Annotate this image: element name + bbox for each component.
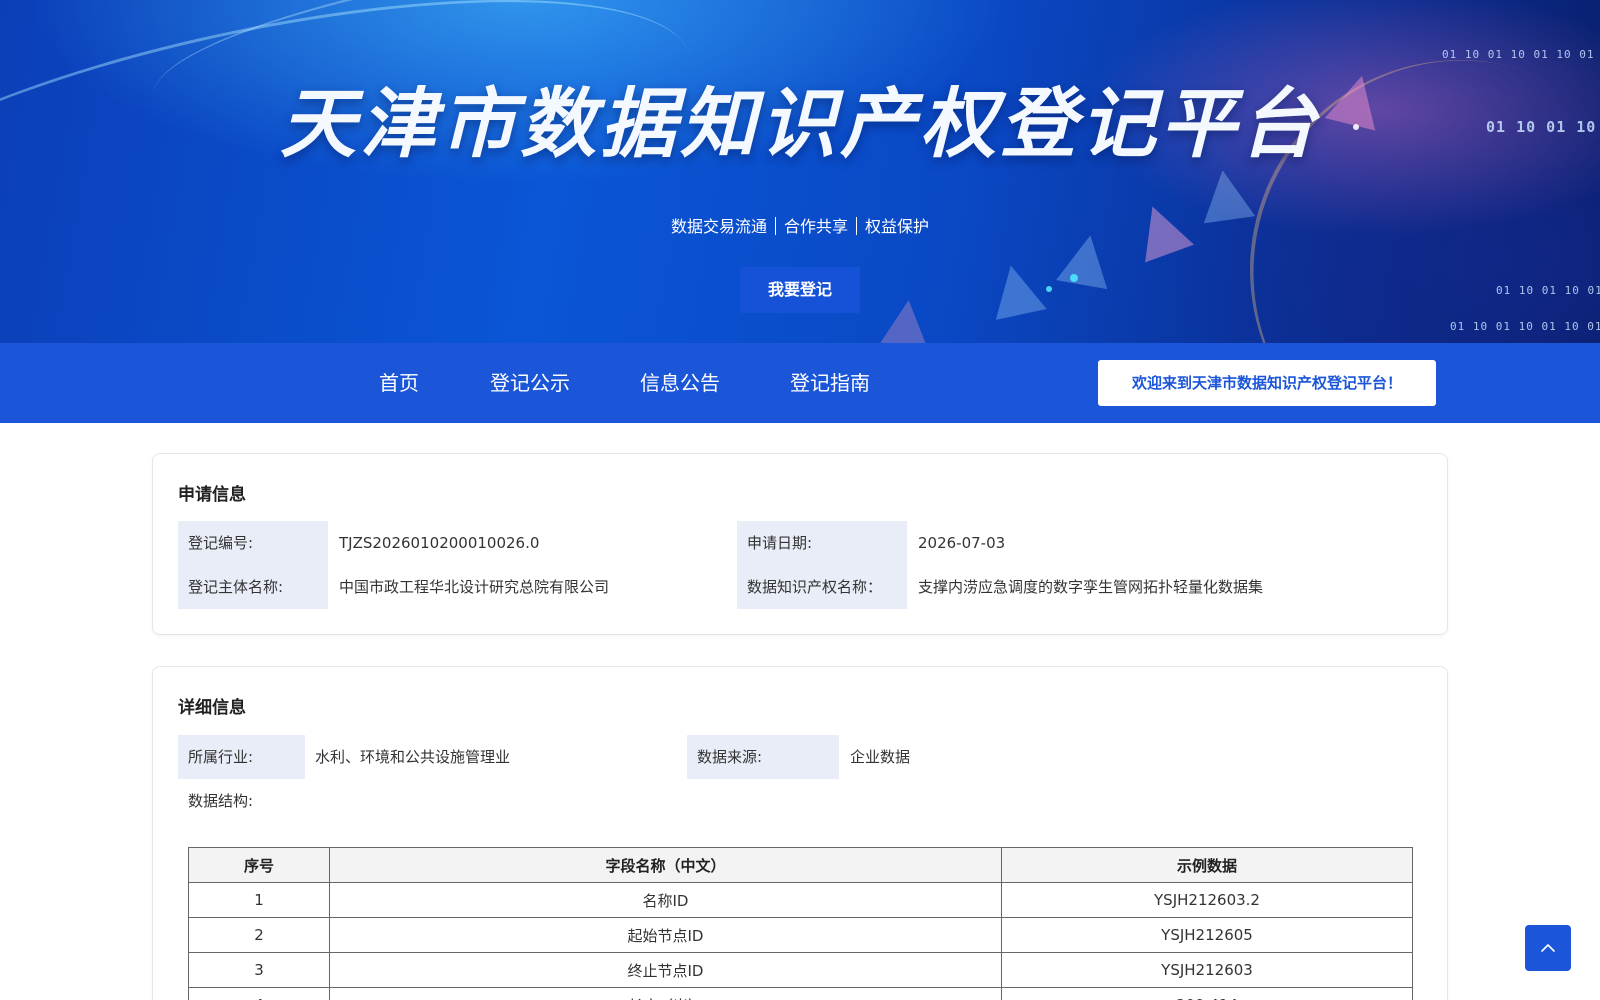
nav-item-guide[interactable]: 登记指南 <box>790 343 870 423</box>
slogan-part: 权益保护 <box>865 217 930 236</box>
ip-name-value: 支撑内涝应急调度的数字孪生管网拓扑轻量化数据集 <box>918 578 1264 596</box>
banner-title: 天津市数据知识产权登记平台 <box>280 79 1320 168</box>
table-header-row: 序号 字段名称（中文） 示例数据 <box>188 847 1413 883</box>
welcome-banner: 欢迎来到天津市数据知识产权登记平台！ <box>1098 360 1436 406</box>
decor-binary: 01 10 01 10 01 10 01 10 <box>1450 320 1600 333</box>
source-value: 企业数据 <box>850 748 911 766</box>
main-nav: 首页 登记公示 信息公告 登记指南 欢迎来到天津市数据知识产权登记平台！ <box>0 343 1600 423</box>
industry-label: 所属行业: <box>178 735 305 779</box>
slogan-part: 合作共享 <box>783 217 848 236</box>
slogan-divider <box>774 217 776 235</box>
decor-triangle <box>985 260 1047 320</box>
column-header-field-name: 字段名称（中文） <box>329 847 1002 883</box>
reg-no-label: 登记编号: <box>178 521 328 565</box>
cell-sample: 209.414 <box>1001 987 1413 1000</box>
nav-item-registration-notice[interactable]: 登记公示 <box>490 343 570 423</box>
nav-item-announcements[interactable]: 信息公告 <box>640 343 720 423</box>
section-title: 详细信息 <box>178 698 246 718</box>
table-row: 2 起始节点ID YSJH212605 <box>188 917 1413 953</box>
cell-sample: YSJH212603.2 <box>1001 882 1413 918</box>
cell-index: 3 <box>188 952 330 988</box>
cell-index: 4 <box>188 987 330 1000</box>
cell-field-name: 终止节点ID <box>329 952 1002 988</box>
data-structure-table: 序号 字段名称（中文） 示例数据 1 名称ID YSJH212603.2 2 起… <box>188 847 1413 1000</box>
decor-dot <box>1070 274 1078 282</box>
application-info-card: 申请信息 登记编号: TJZS2026010200010026.0 申请日期: … <box>152 453 1448 635</box>
register-button[interactable]: 我要登记 <box>740 267 860 313</box>
cell-field-name: 长度（米） <box>329 987 1002 1000</box>
decor-triangle <box>1056 230 1116 290</box>
banner-slogan: 数据交易流通 合作共享 权益保护 <box>0 213 1600 237</box>
apply-date-label: 申请日期: <box>737 521 907 565</box>
subject-label: 登记主体名称: <box>178 565 328 609</box>
decor-binary: 01 10 01 10 01 10 01 10 <box>1442 48 1600 61</box>
cell-field-name: 起始节点ID <box>329 917 1002 953</box>
structure-label: 数据结构: <box>188 792 254 810</box>
banner: 01 10 01 10 01 10 01 10 01 10 01 10 01 1… <box>0 0 1600 343</box>
nav-item-home[interactable]: 首页 <box>379 343 419 423</box>
chevron-up-icon <box>1541 944 1555 952</box>
section-title: 申请信息 <box>178 485 246 505</box>
cell-index: 1 <box>188 882 330 918</box>
column-header-index: 序号 <box>188 847 330 883</box>
cell-field-name: 名称ID <box>329 882 1002 918</box>
source-label: 数据来源: <box>687 735 839 779</box>
reg-no-value: TJZS2026010200010026.0 <box>339 534 540 552</box>
back-to-top-button[interactable] <box>1525 925 1571 971</box>
apply-date-value: 2026-07-03 <box>918 534 1006 552</box>
slogan-part: 数据交易流通 <box>670 217 767 236</box>
ip-name-label: 数据知识产权名称： <box>737 565 907 609</box>
table-row: 4 长度（米） 209.414 <box>188 987 1413 1000</box>
table-row: 1 名称ID YSJH212603.2 <box>188 882 1413 918</box>
cell-sample: YSJH212603 <box>1001 952 1413 988</box>
decor-binary: 01 10 01 10 01 10 01 10 <box>1496 284 1600 297</box>
industry-value: 水利、环境和公共设施管理业 <box>315 748 511 766</box>
decor-triangle <box>877 297 935 343</box>
cell-sample: YSJH212605 <box>1001 917 1413 953</box>
decor-dot <box>1046 286 1052 292</box>
slogan-divider <box>856 217 857 235</box>
subject-value: 中国市政工程华北设计研究总院有限公司 <box>339 578 610 596</box>
cell-index: 2 <box>188 917 330 953</box>
detail-info-card: 详细信息 所属行业: 水利、环境和公共设施管理业 数据来源: 企业数据 数据结构… <box>152 666 1448 1000</box>
table-row: 3 终止节点ID YSJH212603 <box>188 952 1413 988</box>
column-header-sample: 示例数据 <box>1001 847 1413 883</box>
